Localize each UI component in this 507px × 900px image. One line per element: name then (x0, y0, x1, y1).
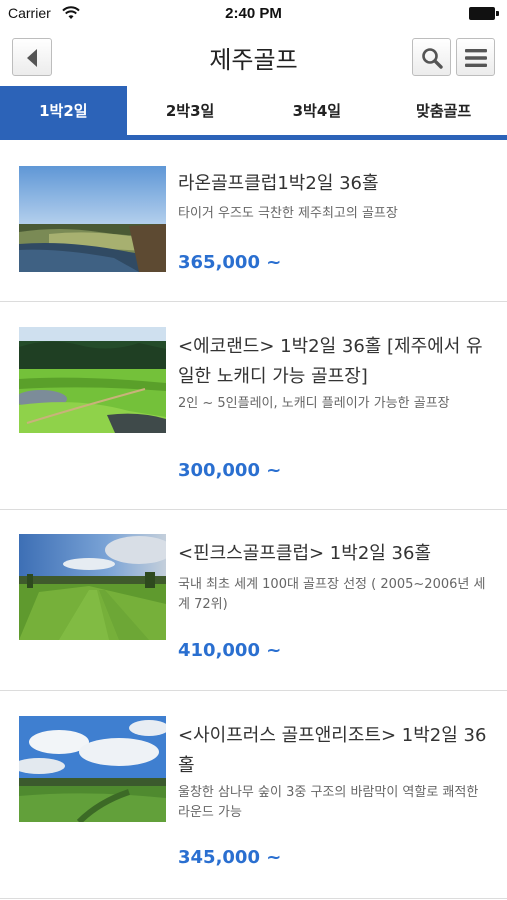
product-description: 타이거 우즈도 극찬한 제주최고의 골프장 (178, 206, 398, 221)
product-description: 울창한 삼나무 숲이 3중 구조의 바람막이 역할로 쾌적한 라운드 가능 (178, 785, 479, 820)
chevron-left-icon (27, 49, 37, 67)
list-item[interactable]: <에코랜드> 1박2일 36홀 [제주에서 유일한 노캐디 가능 골프장] 2인… (0, 302, 507, 510)
golf-course-photo (19, 716, 166, 822)
tab-2nights-3days[interactable]: 2박3일 (127, 86, 254, 135)
tab-custom-golf[interactable]: 맞춤골프 (380, 86, 507, 135)
list-item[interactable]: <사이프러스 골프앤리조트> 1박2일 36홀 울창한 삼나무 숲이 3중 구조… (0, 691, 507, 899)
clock: 2:40 PM (225, 5, 282, 22)
status-bar: Carrier 2:40 PM (0, 0, 507, 28)
product-price: 300,000 ~ (178, 460, 282, 481)
golf-course-photo (19, 166, 166, 272)
search-button[interactable] (412, 38, 451, 76)
product-title: 라온골프클럽1박2일 36홀 (178, 173, 379, 194)
back-button[interactable] (12, 38, 52, 76)
product-title: <사이프러스 골프앤리조트> 1박2일 36홀 (178, 725, 487, 776)
product-list: 라온골프클럽1박2일 36홀 타이거 우즈도 극찬한 제주최고의 골프장 365… (0, 140, 507, 899)
hamburger-menu-icon (465, 49, 487, 67)
list-item[interactable]: <핀크스골프클럽> 1박2일 36홀 국내 최초 세계 100대 골프장 선정 … (0, 510, 507, 691)
golf-course-photo (19, 327, 166, 433)
tab-1night-2days[interactable]: 1박2일 (0, 86, 127, 135)
menu-button[interactable] (456, 38, 495, 76)
product-description: 국내 최초 세계 100대 골프장 선정 ( 2005~2006년 세계 72위… (178, 577, 486, 612)
battery-icon (469, 7, 499, 20)
list-item[interactable]: 라온골프클럽1박2일 36홀 타이거 우즈도 극찬한 제주최고의 골프장 365… (0, 140, 507, 302)
golf-course-photo (19, 534, 166, 640)
product-title: <에코랜드> 1박2일 36홀 [제주에서 유일한 노캐디 가능 골프장] (178, 336, 483, 387)
product-price: 410,000 ~ (178, 640, 282, 661)
product-price: 345,000 ~ (178, 847, 282, 868)
nav-bar: 제주골프 (0, 28, 507, 86)
product-price: 365,000 ~ (178, 252, 282, 273)
tab-bar: 1박2일 2박3일 3박4일 맞춤골프 (0, 86, 507, 140)
tab-3nights-4days[interactable]: 3박4일 (254, 86, 381, 135)
search-icon (422, 48, 443, 69)
product-description: 2인 ~ 5인플레이, 노캐디 플레이가 가능한 골프장 (178, 396, 450, 411)
product-title: <핀크스골프클럽> 1박2일 36홀 (178, 543, 432, 564)
